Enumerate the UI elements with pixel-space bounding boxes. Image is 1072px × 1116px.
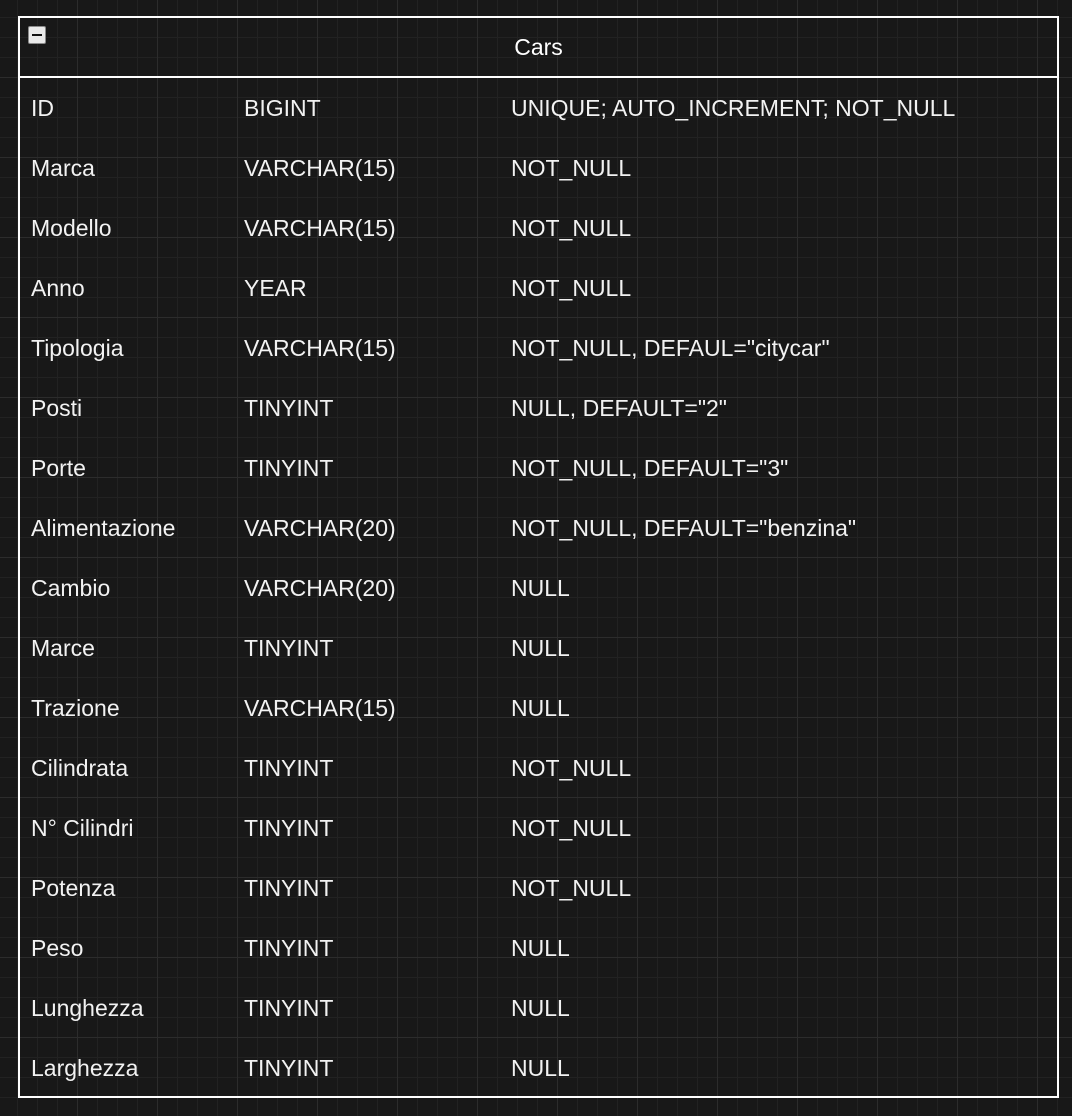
field-name: Cambio — [31, 575, 111, 601]
field-constraints: NULL — [511, 635, 570, 661]
table-row[interactable]: Cilindrata TINYINT NOT_NULL — [20, 738, 1057, 798]
table-title: Cars — [514, 34, 563, 60]
field-type: TINYINT — [244, 815, 334, 841]
table-row[interactable]: ID BIGINT UNIQUE; AUTO_INCREMENT; NOT_NULL — [20, 78, 1057, 138]
table-row[interactable]: Alimentazione VARCHAR(20) NOT_NULL, DEFAUL… — [20, 498, 1057, 558]
field-constraints: NOT_NULL — [511, 755, 632, 781]
field-name: Modello — [31, 215, 112, 241]
table-row[interactable]: Trazione VARCHAR(15) NULL — [20, 678, 1057, 738]
field-type: VARCHAR(20) — [244, 515, 396, 541]
field-constraints: NULL — [511, 995, 570, 1021]
field-name: ID — [31, 95, 54, 121]
field-constraints: NOT_NULL — [511, 215, 632, 241]
field-name: Lunghezza — [31, 995, 144, 1021]
table-row[interactable]: Tipologia VARCHAR(15) NOT_NULL, DEFAUL="ci… — [20, 318, 1057, 378]
field-name: Marce — [31, 635, 95, 661]
field-name: Alimentazione — [31, 515, 176, 541]
field-name: Cilindrata — [31, 755, 129, 781]
field-name: Porte — [31, 455, 86, 481]
table-row[interactable]: N° Cilindri TINYINT NOT_NULL — [20, 798, 1057, 858]
field-constraints: NOT_NULL, DEFAUL="citycar" — [511, 335, 830, 361]
field-constraints: NOT_NULL — [511, 155, 632, 181]
field-type: YEAR — [244, 275, 307, 301]
field-name: Larghezza — [31, 1055, 139, 1081]
field-name: Trazione — [31, 695, 120, 721]
field-constraints: NULL — [511, 1055, 570, 1081]
table-row[interactable]: Larghezza TINYINT NULL — [20, 1038, 1057, 1098]
field-name: Marca — [31, 155, 95, 181]
field-constraints: UNIQUE; AUTO_INCREMENT; NOT_NULL — [511, 95, 956, 121]
field-constraints: NOT_NULL — [511, 275, 632, 301]
table-row[interactable]: Lunghezza TINYINT NULL — [20, 978, 1057, 1038]
field-type: VARCHAR(15) — [244, 155, 396, 181]
field-type: BIGINT — [244, 95, 321, 121]
table-row[interactable]: Potenza TINYINT NOT_NULL — [20, 858, 1057, 918]
field-type: TINYINT — [244, 995, 334, 1021]
field-type: TINYINT — [244, 1055, 334, 1081]
field-constraints: NOT_NULL — [511, 875, 632, 901]
field-name: Tipologia — [31, 335, 124, 361]
field-type: TINYINT — [244, 875, 334, 901]
field-constraints: NOT_NULL, DEFAULT="3" — [511, 455, 789, 481]
table-row[interactable]: Peso TINYINT NULL — [20, 918, 1057, 978]
field-constraints: NULL — [511, 695, 570, 721]
field-type: TINYINT — [244, 755, 334, 781]
field-type: TINYINT — [244, 935, 334, 961]
field-name: Peso — [31, 935, 84, 961]
field-type: VARCHAR(15) — [244, 695, 396, 721]
field-name: Posti — [31, 395, 83, 421]
table-row[interactable]: Marca VARCHAR(15) NOT_NULL — [20, 138, 1057, 198]
field-constraints: NOT_NULL — [511, 815, 632, 841]
field-constraints: NULL — [511, 935, 570, 961]
table-header[interactable]: Cars — [20, 18, 1057, 78]
table-rows: ID BIGINT UNIQUE; AUTO_INCREMENT; NOT_NULL… — [20, 78, 1057, 1098]
table-row[interactable]: Modello VARCHAR(15) NOT_NULL — [20, 198, 1057, 258]
field-constraints: NOT_NULL, DEFAULT="benzina" — [511, 515, 857, 541]
table-row[interactable]: Cambio VARCHAR(20) NULL — [20, 558, 1057, 618]
field-name: Potenza — [31, 875, 116, 901]
field-type: VARCHAR(15) — [244, 335, 396, 361]
field-constraints: NULL — [511, 575, 570, 601]
field-name: N° Cilindri — [31, 815, 134, 841]
field-type: VARCHAR(15) — [244, 215, 396, 241]
field-type: TINYINT — [244, 395, 334, 421]
entity-table-cars[interactable]: Cars ID BIGINT UNIQUE; AUTO_INCREMENT; NOT… — [18, 16, 1059, 1098]
field-type: VARCHAR(20) — [244, 575, 396, 601]
table-row[interactable]: Posti TINYINT NULL, DEFAULT="2" — [20, 378, 1057, 438]
table-row[interactable]: Porte TINYINT NOT_NULL, DEFAULT="3" — [20, 438, 1057, 498]
table-row[interactable]: Marce TINYINT NULL — [20, 618, 1057, 678]
field-constraints: NULL, DEFAULT="2" — [511, 395, 727, 421]
field-type: TINYINT — [244, 455, 334, 481]
table-row[interactable]: Anno YEAR NOT_NULL — [20, 258, 1057, 318]
field-name: Anno — [31, 275, 85, 301]
field-type: TINYINT — [244, 635, 334, 661]
